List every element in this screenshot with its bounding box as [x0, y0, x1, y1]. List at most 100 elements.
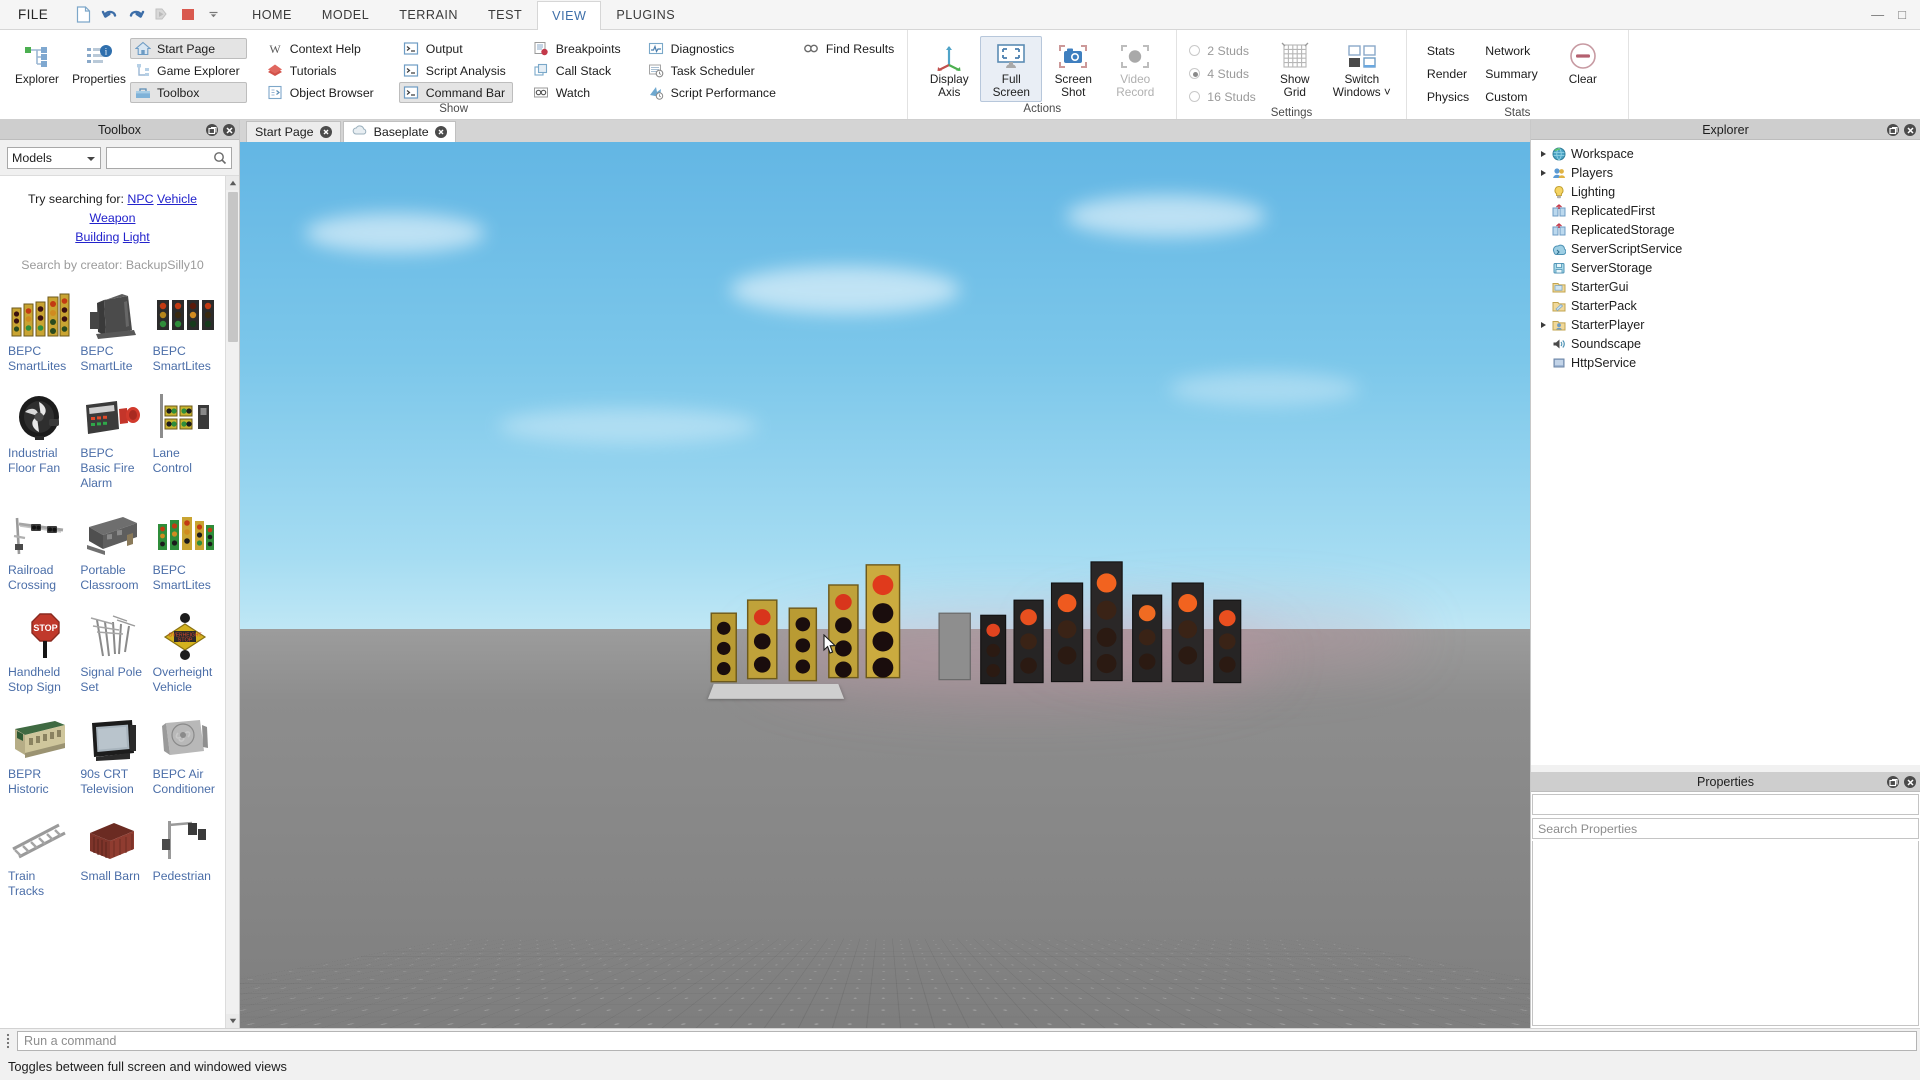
- full-screen-button[interactable]: Full Screen: [980, 36, 1043, 102]
- explorer-item-serverscriptservice[interactable]: ServerScriptService: [1531, 239, 1920, 258]
- toolbox-item[interactable]: Train Tracks: [4, 807, 76, 909]
- stats-link-summary[interactable]: Summary: [1481, 63, 1542, 84]
- explorer-item-serverstorage[interactable]: ServerStorage: [1531, 258, 1920, 277]
- toolbox-button[interactable]: Toolbox: [130, 82, 247, 103]
- toolbox-item[interactable]: BEPR Historic: [4, 705, 76, 807]
- toolbox-hint-building[interactable]: Building: [75, 230, 119, 244]
- close-icon[interactable]: [434, 126, 447, 138]
- toolbox-item[interactable]: Portable Classroom: [76, 501, 148, 603]
- redo-icon[interactable]: [126, 5, 145, 24]
- dock-splitter[interactable]: [1531, 765, 1920, 772]
- toolbox-scrollbar[interactable]: [225, 176, 239, 1028]
- explorer-item-workspace[interactable]: Workspace: [1531, 144, 1920, 163]
- explorer-item-lighting[interactable]: Lighting: [1531, 182, 1920, 201]
- ribbon-tab-plugins[interactable]: PLUGINS: [601, 0, 690, 29]
- drag-handle-icon[interactable]: [3, 1032, 13, 1050]
- properties-search-input[interactable]: Search Properties: [1532, 818, 1919, 839]
- toolbox-category-select[interactable]: Models: [7, 146, 101, 169]
- ribbon-tab-home[interactable]: HOME: [237, 0, 307, 29]
- command-input[interactable]: Run a command: [17, 1030, 1917, 1051]
- toolbox-item[interactable]: Signal Pole Set: [76, 603, 148, 705]
- explorer-item-httpservice[interactable]: HttpService: [1531, 353, 1920, 372]
- toolbox-item[interactable]: Industrial Floor Fan: [4, 384, 76, 501]
- close-icon[interactable]: [223, 124, 235, 136]
- maximize-button[interactable]: □: [1898, 7, 1906, 22]
- toolbox-scroll-thumb[interactable]: [228, 192, 238, 342]
- toolbox-item[interactable]: Lane Control: [149, 384, 221, 501]
- toolbox-item[interactable]: 90s CRT Television: [76, 705, 148, 807]
- toolbox-item[interactable]: OVERHEIGHT STOP Overheight Vehicle: [149, 603, 221, 705]
- undock-icon[interactable]: [1887, 776, 1899, 788]
- toolbox-item[interactable]: BEPC SmartLites: [149, 282, 221, 384]
- stats-link-stats[interactable]: Stats: [1423, 40, 1473, 61]
- clear-stats-button[interactable]: Clear: [1552, 36, 1614, 89]
- explorer-item-soundscape[interactable]: Soundscape: [1531, 334, 1920, 353]
- explorer-item-replicatedfirst[interactable]: ReplicatedFirst: [1531, 201, 1920, 220]
- stop-icon[interactable]: [178, 5, 197, 24]
- ribbon-tab-test[interactable]: TEST: [473, 0, 537, 29]
- file-menu-button[interactable]: FILE: [0, 0, 66, 29]
- toolbox-item[interactable]: BEPC SmartLite: [76, 282, 148, 384]
- toolbox-search-input[interactable]: [106, 146, 232, 169]
- document-tab-start-page[interactable]: Start Page: [246, 121, 341, 142]
- show-grid-button[interactable]: Show Grid: [1264, 36, 1326, 102]
- document-tab-baseplate[interactable]: Baseplate: [342, 121, 456, 142]
- toolbox-item[interactable]: Small Barn: [76, 807, 148, 909]
- expand-arrow-icon[interactable]: [1537, 321, 1550, 329]
- chevron-down-icon[interactable]: [204, 5, 223, 24]
- explorer-item-starterplayer[interactable]: StarterPlayer: [1531, 315, 1920, 334]
- expand-arrow-icon[interactable]: [1537, 150, 1550, 158]
- game-explorer-button[interactable]: Game Explorer: [130, 60, 247, 81]
- expand-arrow-icon[interactable]: [1537, 169, 1550, 177]
- script-analysis-button[interactable]: Script Analysis: [399, 60, 513, 81]
- 3d-viewport[interactable]: [240, 142, 1530, 1028]
- toolbox-hint-weapon[interactable]: Weapon: [90, 211, 136, 225]
- toolbox-hint-light[interactable]: Light: [123, 230, 150, 244]
- ribbon-tab-terrain[interactable]: TERRAIN: [384, 0, 473, 29]
- task-scheduler-button[interactable]: Task Scheduler: [644, 60, 783, 81]
- toolbox-hint-vehicle[interactable]: Vehicle: [157, 192, 197, 206]
- grid-4-studs-radio[interactable]: 4 Studs: [1189, 63, 1256, 84]
- grid-2-studs-radio[interactable]: 2 Studs: [1189, 40, 1256, 61]
- properties-toggle-button[interactable]: i Properties: [68, 36, 130, 89]
- tutorials-button[interactable]: Tutorials: [263, 60, 381, 81]
- undock-icon[interactable]: [1887, 124, 1899, 136]
- toolbox-item[interactable]: Railroad Crossing: [4, 501, 76, 603]
- breakpoints-button[interactable]: Breakpoints: [529, 38, 628, 59]
- toolbox-item[interactable]: BEPC Basic Fire Alarm: [76, 384, 148, 501]
- traffic-signal-group-left[interactable]: [240, 142, 1530, 1028]
- script-performance-button[interactable]: Script Performance: [644, 82, 783, 103]
- object-browser-button[interactable]: Object Browser: [263, 82, 381, 103]
- properties-selected-object[interactable]: [1532, 794, 1919, 815]
- new-document-icon[interactable]: [74, 5, 93, 24]
- explorer-item-starterpack[interactable]: StarterPack: [1531, 296, 1920, 315]
- ribbon-tab-view[interactable]: VIEW: [537, 1, 602, 30]
- command-bar-button[interactable]: Command Bar: [398, 82, 513, 103]
- context-help-button[interactable]: W Context Help: [263, 38, 381, 59]
- output-button[interactable]: Output: [399, 38, 513, 59]
- explorer-item-startergui[interactable]: StarterGui: [1531, 277, 1920, 296]
- undock-icon[interactable]: [206, 124, 218, 136]
- call-stack-button[interactable]: Call Stack: [529, 60, 628, 81]
- toolbox-item[interactable]: BEPC SmartLites: [4, 282, 76, 384]
- switch-windows-button[interactable]: Switch Windows ˅: [1326, 36, 1398, 102]
- close-icon[interactable]: [1904, 776, 1916, 788]
- explorer-item-players[interactable]: Players: [1531, 163, 1920, 182]
- display-axis-button[interactable]: Display Axis: [918, 36, 980, 102]
- toolbox-hint-npc[interactable]: NPC: [127, 192, 153, 206]
- properties-list[interactable]: [1532, 841, 1919, 1026]
- explorer-toggle-button[interactable]: Explorer: [6, 36, 68, 89]
- play-icon[interactable]: [152, 5, 171, 24]
- grid-16-studs-radio[interactable]: 16 Studs: [1189, 86, 1256, 107]
- diagnostics-button[interactable]: Diagnostics: [644, 38, 783, 59]
- ribbon-tab-model[interactable]: MODEL: [307, 0, 384, 29]
- screen-shot-button[interactable]: Screen Shot: [1042, 36, 1104, 102]
- toolbox-item[interactable]: BEPC SmartLites: [149, 501, 221, 603]
- close-icon[interactable]: [319, 126, 332, 138]
- scroll-down-arrow-icon[interactable]: [226, 1014, 239, 1028]
- toolbox-item[interactable]: BEPC Air Conditioner: [149, 705, 221, 807]
- toolbox-item[interactable]: Pedestrian: [149, 807, 221, 909]
- stats-link-render[interactable]: Render: [1423, 63, 1473, 84]
- undo-icon[interactable]: [100, 5, 119, 24]
- start-page-button[interactable]: Start Page: [130, 38, 247, 59]
